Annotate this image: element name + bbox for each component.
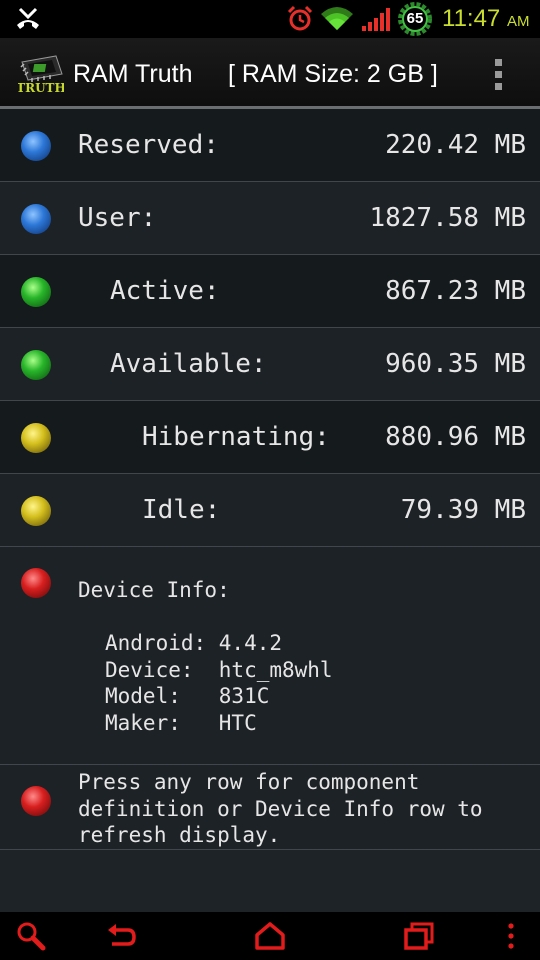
logo-text: TRUTH <box>18 81 64 94</box>
clock: 11:47 AM <box>442 5 530 32</box>
row-label: Hibernating: <box>142 422 330 452</box>
row-value: 79.39 MB <box>400 495 526 525</box>
recents-icon[interactable] <box>402 920 436 952</box>
green-indicator-icon <box>21 350 51 380</box>
device-name: Device: htc_m8whl <box>105 657 333 682</box>
more-icon[interactable] <box>494 920 528 952</box>
hint-row: Press any row for component definition o… <box>0 765 540 850</box>
device-info-title: Device Info: <box>78 578 230 602</box>
missed-call-icon <box>17 7 39 29</box>
app-title: RAM Truth <box>73 60 193 88</box>
android-version: Android: 4.4.2 <box>105 631 283 655</box>
battery-level: 65 <box>406 10 424 27</box>
model-name: Model: 831C <box>105 684 270 708</box>
device-info-row[interactable]: Device Info: Android: 4.4.2 Device: htc_… <box>0 547 540 765</box>
row-label: Available: <box>110 349 267 379</box>
row-value: 220.42 MB <box>385 130 526 160</box>
row-value: 1827.58 MB <box>369 203 526 233</box>
blue-indicator-icon <box>21 204 51 234</box>
green-indicator-icon <box>21 277 51 307</box>
home-icon[interactable] <box>253 920 287 952</box>
alarm-icon <box>287 5 313 31</box>
hint-text: Press any row for component definition o… <box>78 770 483 847</box>
row-label: Active: <box>110 276 220 306</box>
row-value: 880.96 MB <box>385 422 526 452</box>
status-bar: 65 11:47 AM <box>0 0 540 38</box>
memory-row-idle[interactable]: Idle: 79.39 MB <box>0 474 540 547</box>
row-value: 960.35 MB <box>385 349 526 379</box>
wifi-icon <box>321 7 353 30</box>
action-bar: TRUTH RAM Truth [ RAM Size: 2 GB ] <box>0 38 540 109</box>
back-icon[interactable] <box>104 920 138 952</box>
app-logo: TRUTH <box>18 55 64 94</box>
row-label: Reserved: <box>78 130 219 160</box>
blue-indicator-icon <box>21 131 51 161</box>
row-label: User: <box>78 203 157 233</box>
signal-icon <box>362 8 390 31</box>
ram-size-label: [ RAM Size: 2 GB ] <box>228 60 438 88</box>
red-indicator-icon <box>21 568 51 598</box>
memory-row-available[interactable]: Available: 960.35 MB <box>0 328 540 401</box>
memory-row-active[interactable]: Active: 867.23 MB <box>0 255 540 328</box>
maker-name: Maker: HTC <box>105 710 257 735</box>
memory-row-user[interactable]: User: 1827.58 MB <box>0 182 540 255</box>
yellow-indicator-icon <box>21 423 51 453</box>
device-info-lines: Android: 4.4.2 Device: htc_m8whl Model: … <box>105 630 333 736</box>
navigation-bar <box>0 912 540 960</box>
memory-row-reserved[interactable]: Reserved: 220.42 MB <box>0 109 540 182</box>
overflow-menu-icon[interactable] <box>486 56 510 92</box>
search-icon[interactable] <box>14 920 48 952</box>
yellow-indicator-icon <box>21 496 51 526</box>
row-label: Idle: <box>142 495 221 525</box>
red-indicator-icon <box>21 786 51 816</box>
memory-row-hibernating[interactable]: Hibernating: 880.96 MB <box>0 401 540 474</box>
row-value: 867.23 MB <box>385 276 526 306</box>
